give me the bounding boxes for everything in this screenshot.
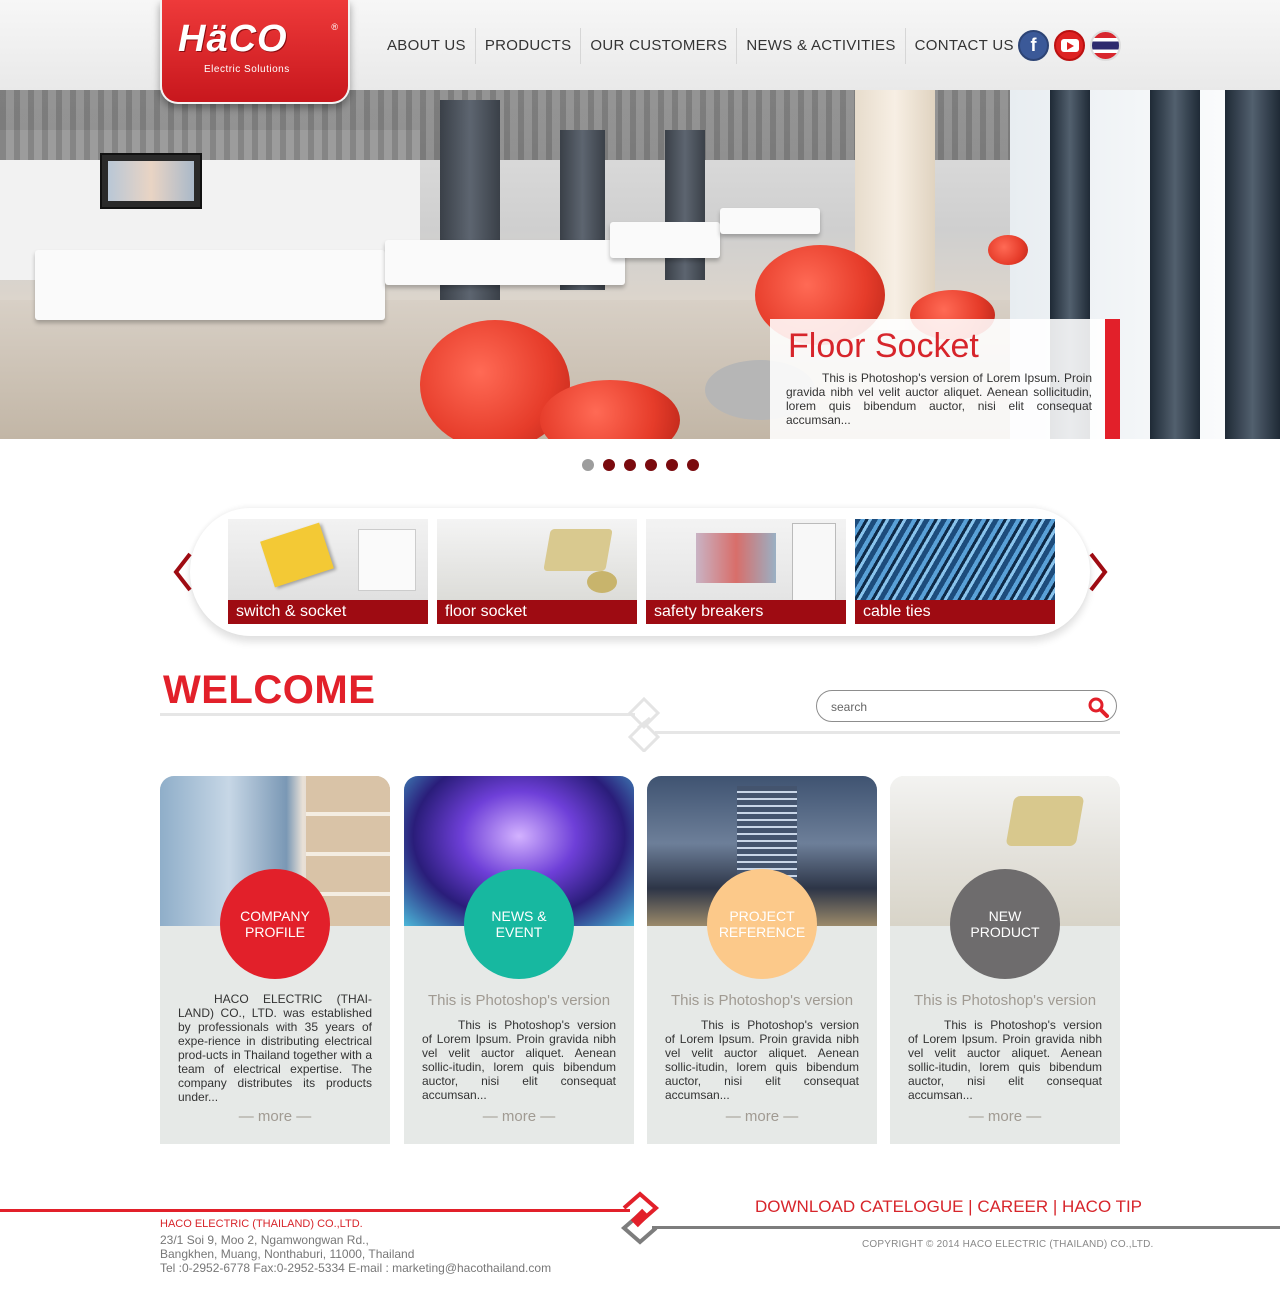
card-company-profile: COMPANY PROFILE HACO ELECTRIC (THAI-LAND… bbox=[160, 776, 390, 1144]
slider-dot[interactable] bbox=[624, 459, 636, 471]
more-label: more bbox=[257, 1108, 293, 1125]
nav-products[interactable]: PRODUCTS bbox=[476, 28, 582, 64]
category-floor-socket[interactable]: floor socket bbox=[437, 519, 637, 624]
slider-dot[interactable] bbox=[582, 459, 594, 471]
card-project-reference: PROJECT REFERENCE This is Photoshop's ve… bbox=[647, 776, 877, 1144]
hero-photo-tv bbox=[100, 153, 202, 209]
main-nav: ABOUT US PRODUCTS OUR CUSTOMERS NEWS & A… bbox=[378, 28, 1023, 64]
more-label: more bbox=[744, 1108, 780, 1125]
nav-contact-us[interactable]: CONTACT US bbox=[906, 28, 1023, 64]
plug-icon bbox=[627, 696, 661, 752]
category-image bbox=[228, 519, 428, 601]
card-more-link[interactable]: — more — bbox=[890, 1108, 1120, 1125]
divider-line bbox=[655, 731, 1120, 734]
facebook-glyph: f bbox=[1030, 35, 1037, 55]
card-badge-button[interactable]: PROJECT REFERENCE bbox=[707, 869, 817, 979]
search-input[interactable] bbox=[831, 697, 1081, 717]
card-news-event: NEWS & EVENT This is Photoshop's version… bbox=[404, 776, 634, 1144]
haco-tip-link[interactable]: HACO TIP bbox=[1062, 1197, 1142, 1216]
address-line: Bangkhen, Muang, Nonthaburi, 11000, Thai… bbox=[160, 1247, 415, 1261]
slider-dot[interactable] bbox=[687, 459, 699, 471]
social-links: f bbox=[1018, 30, 1121, 61]
category-label: floor socket bbox=[437, 600, 637, 624]
slider-dot[interactable] bbox=[603, 459, 615, 471]
youtube-icon[interactable] bbox=[1054, 30, 1085, 61]
category-switch-socket[interactable]: switch & socket bbox=[228, 519, 428, 624]
hero-title: Floor Socket bbox=[788, 327, 979, 365]
search-box bbox=[816, 690, 1117, 722]
card-subtitle: This is Photoshop's version bbox=[670, 992, 854, 1009]
category-label: safety breakers bbox=[646, 600, 846, 624]
footer-company-name: HACO ELECTRIC (THAILAND) CO.,LTD. bbox=[160, 1218, 363, 1230]
category-safety-breakers[interactable]: safety breakers bbox=[646, 519, 846, 624]
welcome-heading: WELCOME bbox=[163, 668, 376, 712]
card-new-product: NEW PRODUCT This is Photoshop's version … bbox=[890, 776, 1120, 1144]
link-separator: | bbox=[963, 1197, 978, 1216]
hero-photo-sofa bbox=[720, 208, 820, 234]
footer-links: DOWNLOAD CATELOGUE | CAREER | HACO TIP bbox=[755, 1197, 1142, 1217]
copyright-text: COPYRIGHT © 2014 HACO ELECTRIC (THAILAND… bbox=[862, 1239, 1154, 1250]
card-badge-button[interactable]: NEWS & EVENT bbox=[464, 869, 574, 979]
hero-photo-curtain bbox=[1225, 90, 1280, 439]
category-image bbox=[646, 519, 846, 601]
hero-caption: Floor Socket This is Photoshop's version… bbox=[770, 319, 1120, 439]
logo-tagline: Electric Solutions bbox=[204, 64, 290, 75]
footer-divider-red bbox=[0, 1209, 630, 1212]
hero-photo-sofa bbox=[610, 222, 720, 258]
nav-our-customers[interactable]: OUR CUSTOMERS bbox=[581, 28, 738, 64]
address-line: 23/1 Soi 9, Moo 2, Ngamwongwan Rd., bbox=[160, 1233, 369, 1247]
hero-description: This is Photoshop's version of Lorem Ips… bbox=[786, 371, 1092, 427]
carousel-next-button[interactable] bbox=[1087, 552, 1109, 592]
card-subtitle: This is Photoshop's version bbox=[913, 992, 1097, 1009]
site-header: HäCO ® Electric Solutions ABOUT US PRODU… bbox=[0, 0, 1280, 104]
chevron-left-icon bbox=[173, 552, 192, 592]
category-label: switch & socket bbox=[228, 600, 428, 624]
card-description: This is Photoshop's version of Lorem Ips… bbox=[908, 1018, 1102, 1102]
youtube-play-glyph bbox=[1060, 39, 1079, 52]
nav-news-activities[interactable]: NEWS & ACTIVITIES bbox=[737, 28, 906, 64]
thai-flag-icon[interactable] bbox=[1090, 30, 1121, 61]
search-icon[interactable] bbox=[1087, 696, 1109, 718]
card-description: HACO ELECTRIC (THAI-LAND) CO., LTD. was … bbox=[178, 992, 372, 1104]
category-cable-ties[interactable]: cable ties bbox=[855, 519, 1055, 624]
slider-pagination bbox=[582, 459, 699, 471]
hero-photo-sofa bbox=[35, 250, 385, 320]
more-label: more bbox=[501, 1108, 537, 1125]
divider-line bbox=[160, 713, 635, 716]
card-subtitle: This is Photoshop's version bbox=[427, 992, 611, 1009]
hero-photo-red-chair bbox=[988, 235, 1028, 265]
hero-slider: Floor Socket This is Photoshop's version… bbox=[0, 90, 1280, 439]
haco-logo[interactable]: HäCO ® Electric Solutions bbox=[160, 0, 350, 104]
category-image bbox=[855, 519, 1055, 601]
download-catalogue-link[interactable]: DOWNLOAD CATELOGUE bbox=[755, 1197, 963, 1216]
contact-line: Tel :0-2952-6778 Fax:0-2952-5334 E-mail … bbox=[160, 1261, 552, 1275]
card-description: This is Photoshop's version of Lorem Ips… bbox=[665, 1018, 859, 1102]
card-more-link[interactable]: — more — bbox=[647, 1108, 877, 1125]
footer-divider-grey bbox=[652, 1226, 1280, 1229]
chevron-right-icon bbox=[1089, 552, 1108, 592]
card-description: This is Photoshop's version of Lorem Ips… bbox=[422, 1018, 616, 1102]
slider-dot[interactable] bbox=[666, 459, 678, 471]
card-more-link[interactable]: — more — bbox=[160, 1108, 390, 1125]
carousel-prev-button[interactable] bbox=[172, 552, 194, 592]
logo-wordmark: HäCO bbox=[178, 18, 288, 60]
hero-photo-curtain bbox=[1150, 90, 1200, 439]
card-badge-button[interactable]: COMPANY PROFILE bbox=[220, 869, 330, 979]
hero-photo-sofa bbox=[385, 240, 625, 285]
slider-dot[interactable] bbox=[645, 459, 657, 471]
facebook-icon[interactable]: f bbox=[1018, 30, 1049, 61]
career-link[interactable]: CAREER bbox=[977, 1197, 1048, 1216]
plug-icon bbox=[620, 1191, 660, 1245]
card-badge-button[interactable]: NEW PRODUCT bbox=[950, 869, 1060, 979]
nav-about-us[interactable]: ABOUT US bbox=[378, 28, 476, 64]
link-separator: | bbox=[1048, 1197, 1063, 1216]
registered-mark: ® bbox=[331, 22, 338, 32]
card-more-link[interactable]: — more — bbox=[404, 1108, 634, 1125]
more-label: more bbox=[987, 1108, 1023, 1125]
category-label: cable ties bbox=[855, 600, 1055, 624]
category-image bbox=[437, 519, 637, 601]
footer-address: 23/1 Soi 9, Moo 2, Ngamwongwan Rd., Bang… bbox=[160, 1233, 551, 1275]
